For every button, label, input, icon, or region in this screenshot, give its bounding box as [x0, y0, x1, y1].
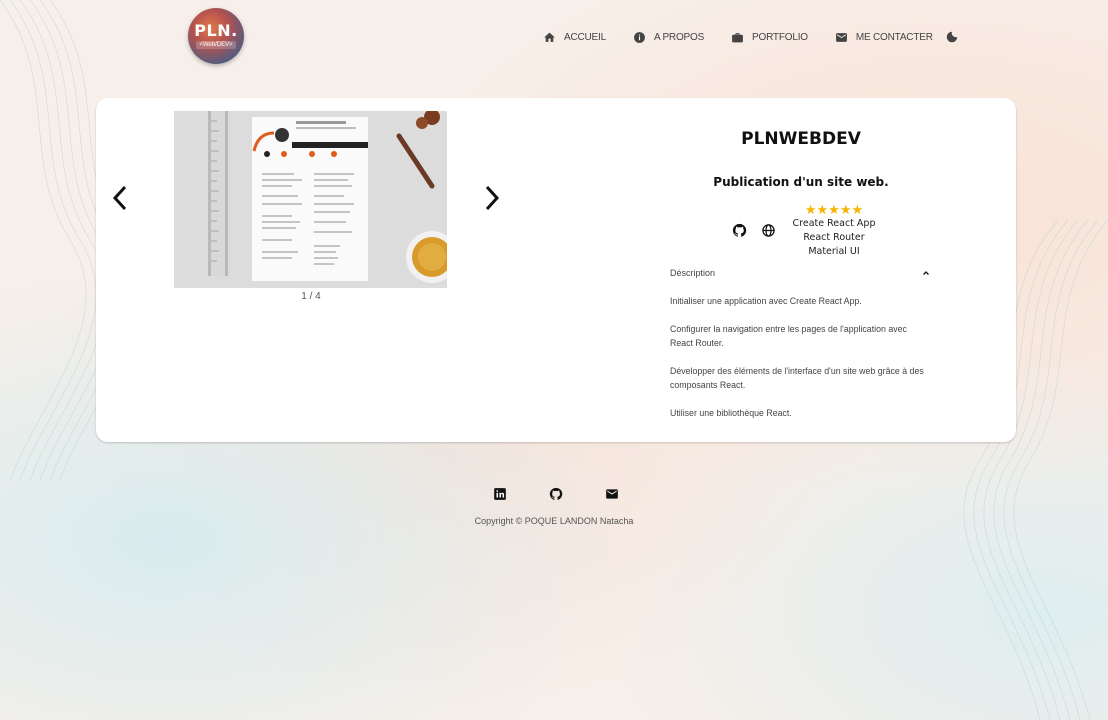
project-subtitle: Publication d'un site web. — [713, 175, 889, 189]
nav-item-label: ACCUEIL — [564, 31, 606, 43]
description-label: Déscription — [670, 268, 716, 278]
nav-item-accueil[interactable]: ACCUEIL — [543, 31, 606, 44]
description-paragraph: Configurer la navigation entre les pages… — [670, 324, 907, 348]
logo-subtext: <Web/DEV> — [196, 41, 236, 49]
resume-mockup-image — [174, 111, 447, 288]
mail-icon — [835, 32, 847, 42]
description-accordion-toggle[interactable]: Déscription — [670, 266, 932, 280]
moon-icon[interactable] — [945, 30, 959, 44]
project-title: PLNWEBDEV — [741, 129, 861, 149]
mail-icon[interactable] — [605, 487, 619, 501]
project-links — [732, 223, 790, 238]
carousel-slide-image — [174, 111, 447, 288]
nav-item-me-contacter[interactable]: ME CONTACTER — [835, 31, 933, 44]
github-icon[interactable] — [549, 487, 563, 501]
description-content: Initialiser une application avec Create … — [670, 294, 932, 434]
nav-item-label: PORTFOLIO — [752, 31, 808, 43]
rating-stars: ★★★★★ — [804, 202, 864, 217]
project-stack: ★★★★★ Create React App React Router Mate… — [786, 203, 882, 259]
linkedin-icon[interactable] — [493, 487, 507, 501]
info-icon — [634, 31, 645, 43]
tech-item: React Router — [803, 232, 865, 243]
carousel-prev-button[interactable] — [110, 183, 130, 213]
carousel-next-button[interactable] — [482, 183, 502, 213]
tech-item: Create React App — [792, 218, 876, 229]
home-icon — [544, 32, 555, 42]
project-card: 1 / 4 PLNWEBDEV Publication d'un site we… — [96, 98, 1016, 442]
copyright-text: Copyright © POQUE LANDON Natacha — [474, 516, 634, 526]
description-paragraph: Initialiser une application avec Create … — [670, 296, 862, 306]
carousel-counter: 1 / 4 — [301, 291, 321, 302]
main-nav: ACCUEIL A PROPOS PORTFOLIO ME CONTACTER — [543, 28, 959, 46]
github-icon[interactable] — [732, 223, 747, 238]
nav-item-portfolio[interactable]: PORTFOLIO — [731, 31, 808, 44]
chevron-right-icon — [485, 185, 500, 211]
nav-item-label: A PROPOS — [653, 31, 705, 43]
logo-text: PLN. — [194, 21, 238, 40]
chevron-up-icon — [923, 271, 929, 275]
nav-item-label: ME CONTACTER — [855, 31, 933, 43]
chevron-left-icon — [112, 185, 127, 211]
nav-item-a-propos[interactable]: A PROPOS — [633, 31, 704, 44]
briefcase-icon — [732, 32, 743, 42]
footer-social-links — [493, 487, 661, 501]
description-paragraph: Développer des éléments de l'interface d… — [670, 366, 924, 390]
description-paragraph: Utiliser une bibliothèque React. — [670, 408, 792, 418]
globe-icon[interactable] — [761, 223, 776, 238]
site-logo[interactable]: PLN. <Web/DEV> — [188, 8, 244, 64]
tech-item: Material UI — [808, 246, 860, 257]
